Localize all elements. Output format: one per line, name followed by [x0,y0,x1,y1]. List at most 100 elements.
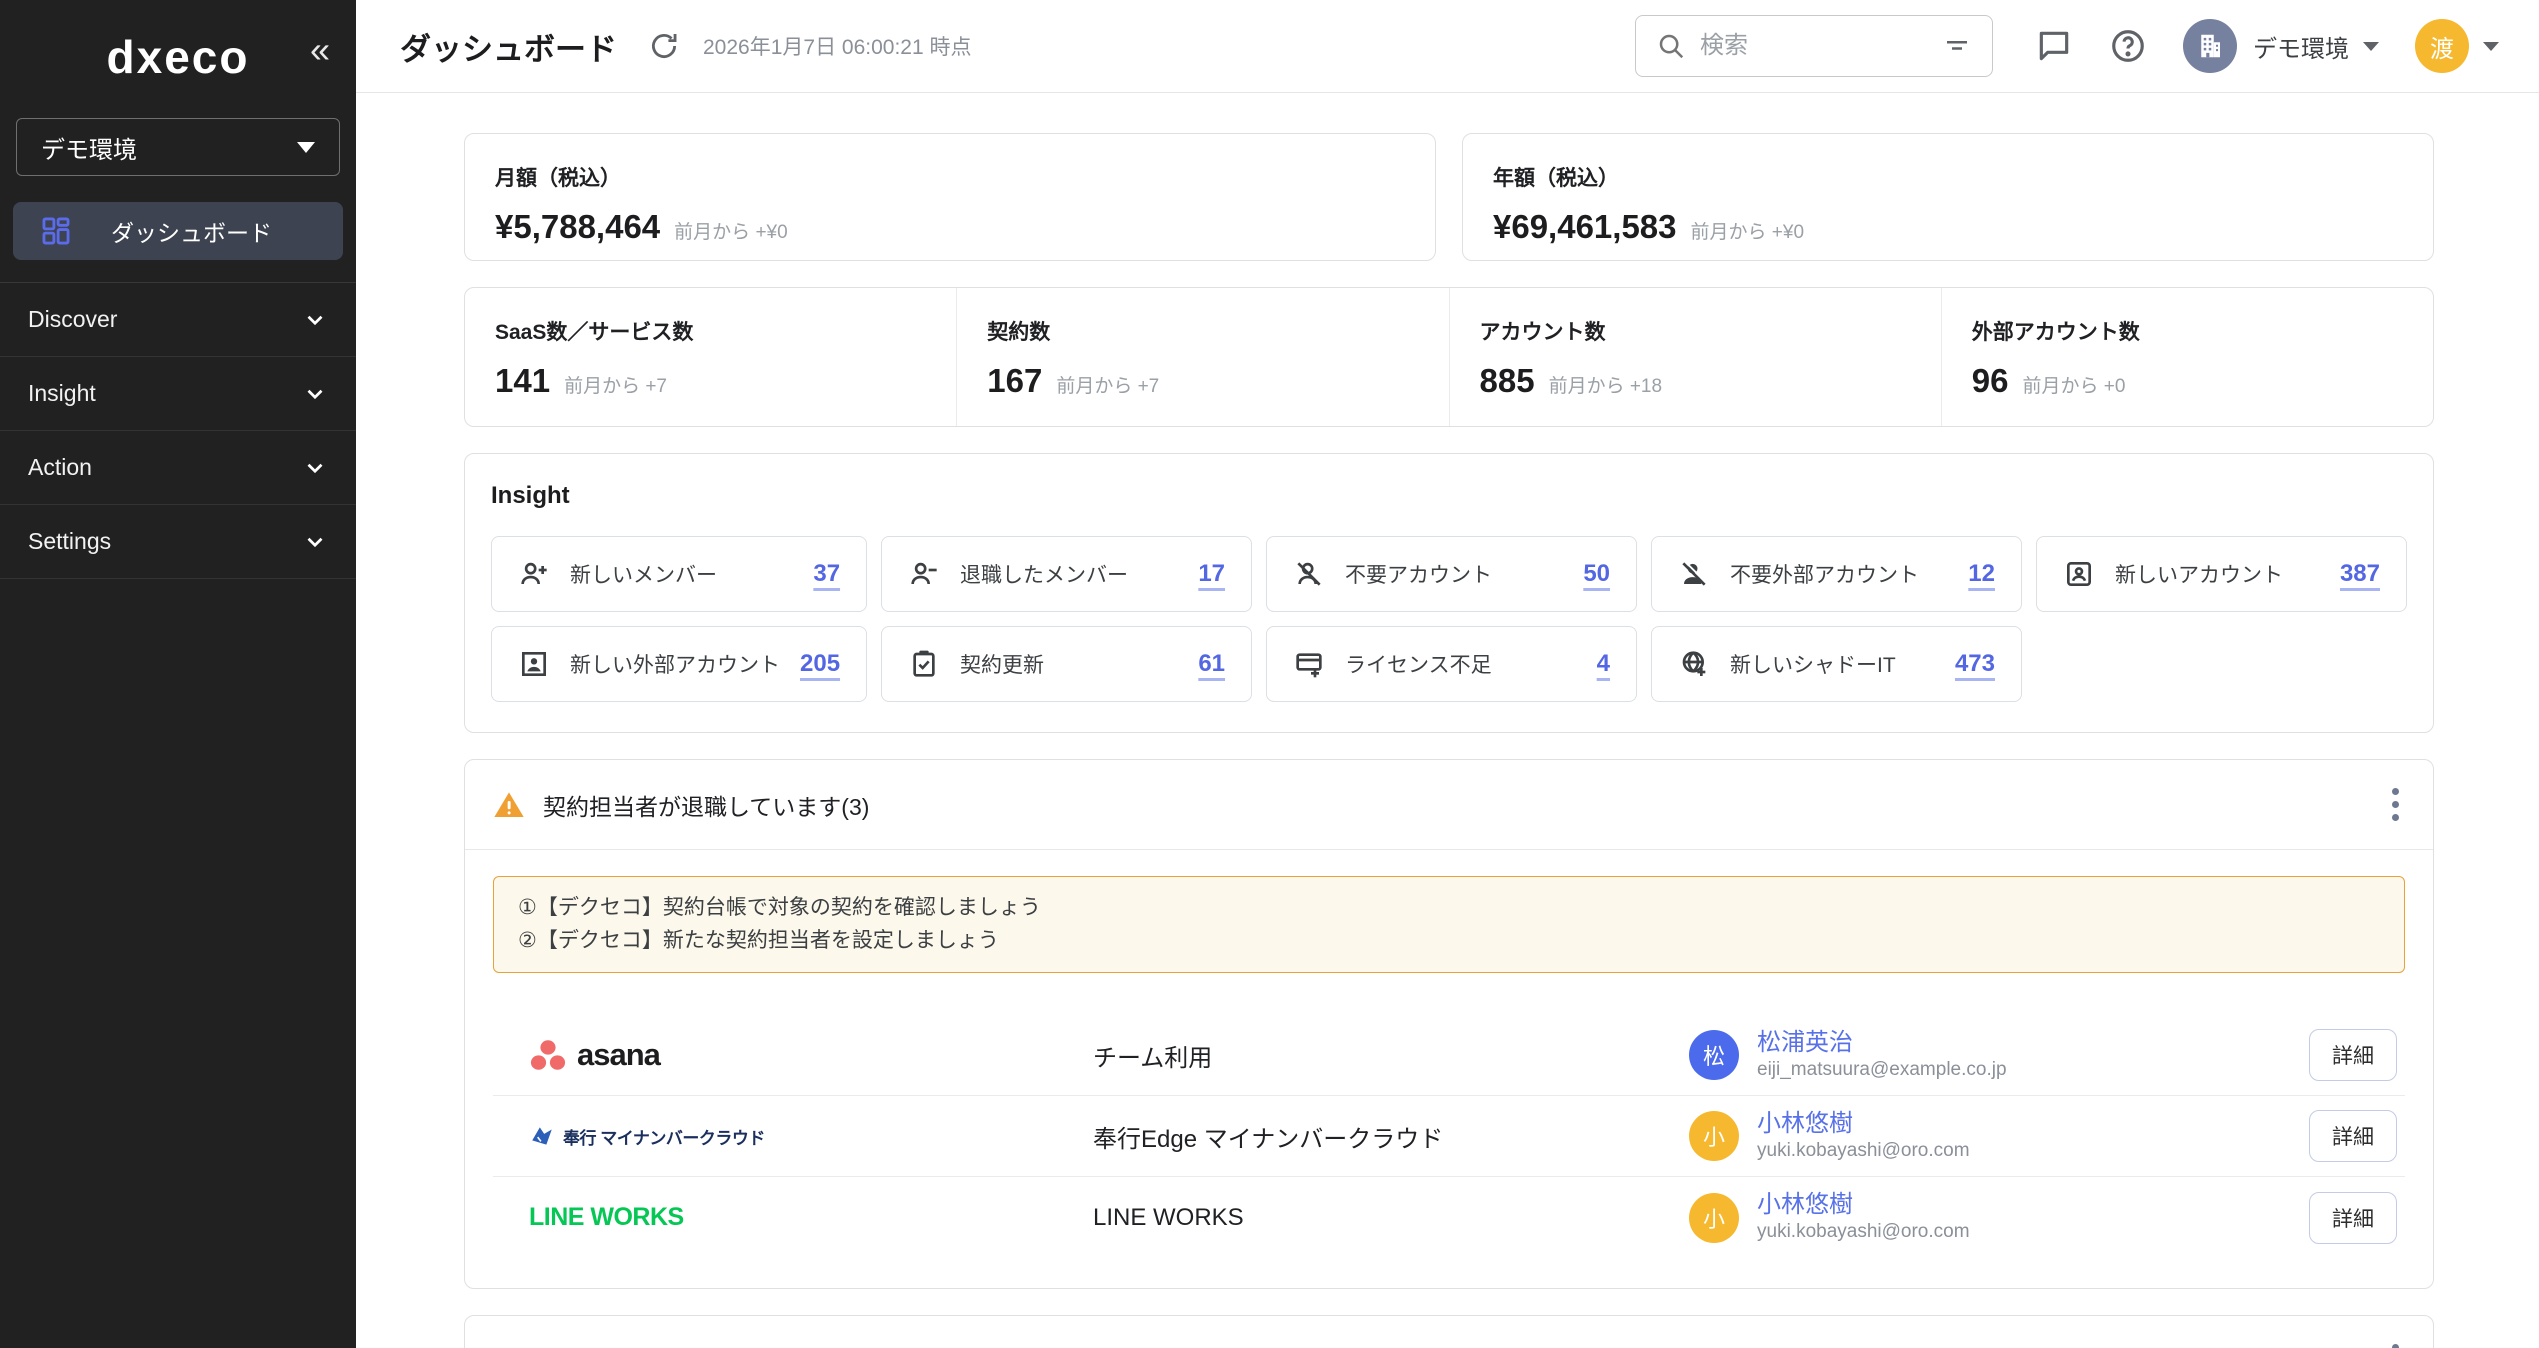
chat-icon[interactable] [2035,27,2073,65]
service-logo-cell: asana [501,1037,1093,1073]
org-avatar [2183,19,2237,73]
sidebar-group-discover[interactable]: Discover [0,283,356,357]
asana-wordmark: asana [577,1037,660,1073]
card-value: ¥69,461,583 [1493,208,1677,246]
stats-row: SaaS数／サービス数 141前月から +7 契約数 167前月から +7 アカ… [464,287,2434,427]
saas-count-cell: SaaS数／サービス数 141前月から +7 [465,288,956,426]
stat-label: アカウント数 [1480,316,1911,346]
org-label: デモ環境 [2253,29,2349,64]
chip-new-members[interactable]: 新しいメンバー 37 [491,536,867,612]
chip-label: 新しい外部アカウント [570,649,780,679]
badge-filled-icon [518,648,550,680]
card-label: 年額（税込） [1493,162,2403,192]
stat-value: 96 [1972,362,2009,400]
monthly-cost-card: 月額（税込） ¥5,788,464 前月から +¥0 [464,133,1436,261]
person-email: eiji_matsuura@example.co.jp [1757,1058,2007,1083]
chip-count-link[interactable]: 387 [2340,560,2380,588]
chip-label: 新しいアカウント [2115,559,2283,589]
chip-count-link[interactable]: 473 [1955,650,1995,678]
chip-count-link[interactable]: 205 [800,650,840,678]
service-logo-cell: 奉行 マイナンバークラウド [501,1123,1093,1149]
person-name-link[interactable]: 松浦英治 [1757,1028,2007,1058]
card-delta: 前月から +¥0 [1691,217,1805,244]
filter-icon[interactable] [1942,31,1972,61]
sidebar-group-label: Action [28,454,92,481]
chip-retired-members[interactable]: 退職したメンバー 17 [881,536,1252,612]
tip-line: ①【デクセコ】契約台帳で対象の契約を確認しましょう [518,892,2380,925]
detail-button[interactable]: 詳細 [2309,1192,2397,1244]
help-icon[interactable] [2109,27,2147,65]
asana-logo: asana [529,1037,660,1073]
sidebar-item-dashboard[interactable]: ダッシュボード [13,202,343,260]
person-name-link[interactable]: 小林悠樹 [1757,1190,1970,1220]
person-email: yuki.kobayashi@oro.com [1757,1139,1970,1164]
warning-icon [493,1345,525,1348]
chip-license-shortage[interactable]: ライセンス不足 4 [1266,626,1637,702]
chip-new-external-accounts[interactable]: 新しい外部アカウント 205 [491,626,867,702]
bugyo-mark-icon [529,1123,555,1149]
search-box [1635,15,1993,77]
chip-unneeded-accounts[interactable]: 不要アカウント 50 [1266,536,1637,612]
dashboard-content: 月額（税込） ¥5,788,464 前月から +¥0 年額（税込） ¥69,46… [356,93,2539,1348]
top-header: ダッシュボード 2026年1月7日 06:00:21 時点 [356,0,2539,93]
external-account-count-cell: 外部アカウント数 96前月から +0 [1941,288,2433,426]
org-switcher[interactable]: デモ環境 [2183,19,2379,73]
card-delta: 前月から +¥0 [674,217,788,244]
detail-button[interactable]: 詳細 [2309,1029,2397,1081]
kebab-menu-icon[interactable] [2386,782,2405,827]
chip-count-link[interactable]: 37 [813,560,840,588]
user-menu[interactable]: 渡 [2415,19,2499,73]
chevron-down-icon [2483,42,2499,51]
chevron-down-icon [302,455,328,481]
line-works-logo: LINE WORKS [529,1203,684,1232]
environment-selector-label: デモ環境 [41,130,137,165]
stat-delta: 前月から +7 [1056,371,1159,398]
alert-unknown-owners: 契約担当者が不明です(85) [464,1315,2434,1348]
person-remove-icon [908,558,940,590]
environment-selector[interactable]: デモ環境 [16,118,340,176]
sidebar-group-label: Settings [28,528,111,555]
chip-label: 新しいメンバー [570,559,717,589]
chip-contract-renewal[interactable]: 契約更新 61 [881,626,1252,702]
kebab-menu-icon[interactable] [2386,1338,2405,1348]
sidebar-group-insight[interactable]: Insight [0,357,356,431]
account-count-cell: アカウント数 885前月から +18 [1449,288,1941,426]
chip-count-link[interactable]: 61 [1198,650,1225,678]
chip-new-shadow-it[interactable]: 新しいシャドーIT 473 [1651,626,2022,702]
chip-count-link[interactable]: 4 [1597,650,1610,678]
insight-section: Insight 新しいメンバー 37 退職したメンバー 17 不要アカウント 5… [464,453,2434,733]
chevron-down-icon [302,381,328,407]
data-timestamp: 2026年1月7日 06:00:21 時点 [703,31,972,61]
sidebar-group-settings[interactable]: Settings [0,505,356,579]
detail-button[interactable]: 詳細 [2309,1110,2397,1162]
insight-chip-grid: 新しいメンバー 37 退職したメンバー 17 不要アカウント 50 不要外部アカ… [491,536,2407,702]
warning-icon [493,789,525,821]
search-input[interactable] [1700,32,1928,60]
chip-label: 新しいシャドーIT [1730,649,1896,679]
chip-count-link[interactable]: 50 [1583,560,1610,588]
dashboard-icon [39,214,73,248]
chevron-down-icon [2363,42,2379,51]
table-row: asana チーム利用 松 松浦英治 eiji_matsuura@example… [493,1015,2405,1096]
chip-label: 不要外部アカウント [1730,559,1919,589]
person-name-link[interactable]: 小林悠樹 [1757,1109,1970,1139]
sidebar-group-action[interactable]: Action [0,431,356,505]
chip-label: 不要アカウント [1345,559,1492,589]
alert-header: 契約担当者が退職しています(3) [465,760,2433,849]
chip-unneeded-external-accounts[interactable]: 不要外部アカウント 12 [1651,536,2022,612]
contract-renewal-icon [908,648,940,680]
alert-header: 契約担当者が不明です(85) [465,1316,2433,1348]
chip-count-link[interactable]: 17 [1198,560,1225,588]
badge-icon [2063,558,2095,590]
card-value: ¥5,788,464 [495,208,660,246]
person-email: yuki.kobayashi@oro.com [1757,1220,1970,1245]
sidebar-collapse-icon[interactable]: « [310,32,330,68]
chip-count-link[interactable]: 12 [1968,560,1995,588]
person-off-filled-icon [1678,558,1710,590]
refresh-icon[interactable] [647,29,681,63]
search-icon [1656,31,1686,61]
chevron-down-icon [302,529,328,555]
chip-new-accounts[interactable]: 新しいアカウント 387 [2036,536,2407,612]
person-avatar: 小 [1689,1111,1739,1161]
sidebar: dxeco « デモ環境 ダッシュボード Discover Insight Ac… [0,0,356,1348]
